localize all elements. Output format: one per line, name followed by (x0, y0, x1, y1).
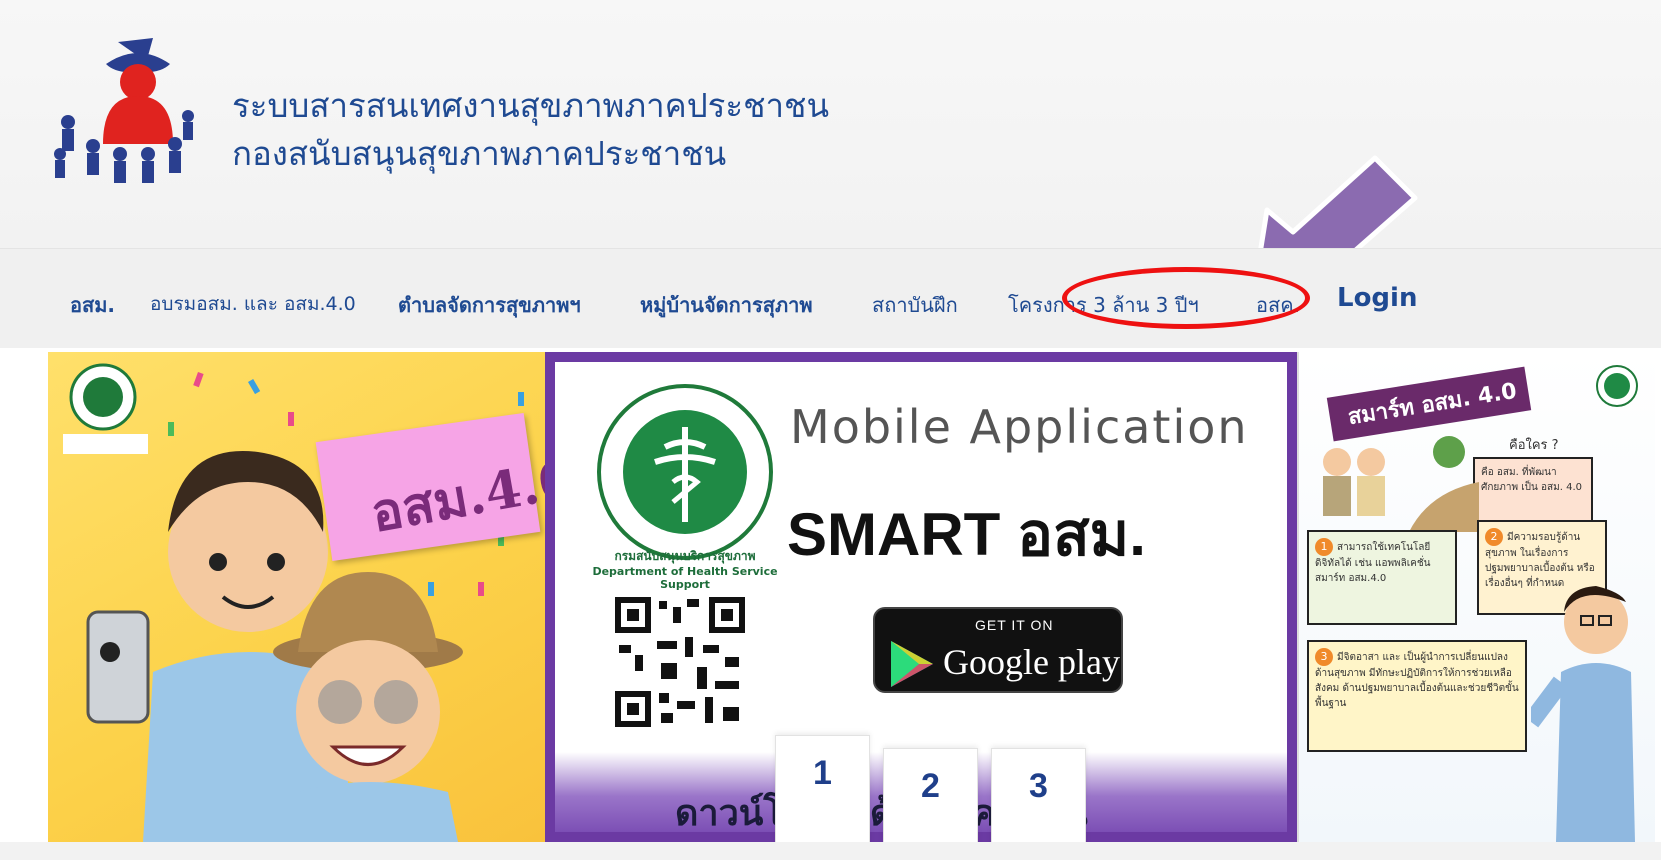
site-title-line-1: ระบบสารสนเทศงานสุขภาพภาคประชาชน (232, 86, 829, 125)
nav-item-village[interactable]: หมู่บ้านจัดการสุภาพ (640, 289, 813, 321)
banner-page-1[interactable]: 1 (775, 735, 870, 855)
google-play-small-label: GET IT ON (975, 617, 1054, 633)
dept-name-en: Department of Health Service Support (592, 565, 778, 591)
google-play-icon (891, 641, 933, 687)
nav-item-institute[interactable]: สถาบันฝึก (872, 289, 958, 321)
site-title-line-2: กองสนับสนุนสุขภาพภาคประชาชน (232, 134, 727, 173)
info-subtitle: คือใคร ? (1509, 438, 1559, 453)
smart-osm-title: SMART อสม. (787, 501, 1146, 568)
info-box-4-text: มีจิตอาสา และ เป็นผู้นำการเปลี่ยนแปลงด้า… (1315, 652, 1519, 709)
nav-item-login[interactable]: Login (1337, 283, 1417, 313)
mobile-app-heading: Mobile Application (790, 400, 1249, 454)
banner-panel-smart-osm-info: สมาร์ท อสม. 4.0 คือใคร ? คือ อสม. ที่พัฒ… (1297, 352, 1655, 842)
dept-name-th: กรมสนับสนุนบริการสุขภาพ (614, 549, 756, 563)
nav-item-osm[interactable]: อสม. (70, 289, 115, 321)
qr-code-icon[interactable] (615, 597, 745, 727)
google-play-large-label: Google play (943, 642, 1120, 682)
info-box-1: คือ อสม. ที่พัฒนาศักยภาพ เป็น อสม. 4.0 (1473, 457, 1593, 527)
main-nav: อสม. อบรมอสม. และ อสม.4.0 ตำบลจัดการสุขภ… (0, 248, 1661, 348)
footer-strip (0, 842, 1661, 860)
people-illustration-icon (1323, 436, 1479, 532)
nav-item-tambon[interactable]: ตำบลจัดการสุขภาพฯ (398, 289, 581, 321)
ministry-seal-icon (1596, 365, 1638, 407)
site-title: ระบบสารสนเทศงานสุขภาพภาคประชาชน กองสนับส… (232, 82, 829, 178)
man-illustration-icon (1531, 586, 1635, 842)
banner-panel-osm40: อสม.4.0 (48, 352, 545, 842)
ministry-seal-icon (597, 384, 773, 560)
google-play-button[interactable]: GET IT ON Google play (873, 607, 1123, 693)
info-box-2: 1 สามารถใช้เทคโนโลยีดิจิทัลได้ เช่น แอพพล… (1307, 530, 1457, 625)
info-box-4: 3 มีจิตอาสา และ เป็นผู้นำการเปลี่ยนแปลงด้… (1307, 640, 1527, 752)
highlight-ellipse (1062, 267, 1310, 329)
nav-item-osm-training[interactable]: อบรมอสม. และ อสม.4.0 (150, 289, 356, 319)
community-health-logo-icon[interactable] (48, 34, 198, 194)
